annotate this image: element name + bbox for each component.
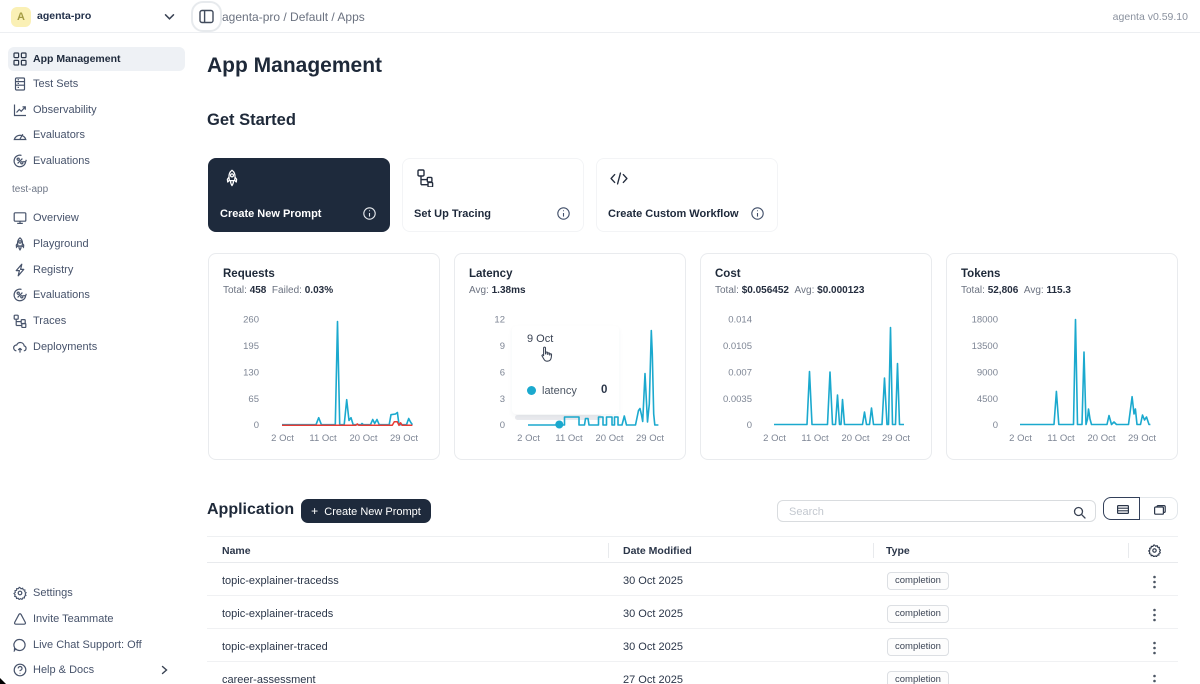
svg-text:29 Oct: 29 Oct (882, 433, 910, 444)
svg-text:0.007: 0.007 (728, 368, 752, 379)
svg-text:3: 3 (500, 394, 505, 405)
svg-text:0.014: 0.014 (728, 315, 752, 326)
svg-text:0.0035: 0.0035 (723, 394, 752, 405)
svg-text:29 Oct: 29 Oct (636, 433, 664, 444)
svg-text:29 Oct: 29 Oct (1128, 433, 1156, 444)
svg-text:20 Oct: 20 Oct (350, 433, 378, 444)
svg-text:130: 130 (243, 368, 259, 379)
svg-text:0: 0 (254, 420, 259, 431)
svg-text:11 Oct: 11 Oct (801, 433, 829, 444)
svg-text:2 Oct: 2 Oct (517, 433, 540, 444)
svg-text:65: 65 (248, 394, 259, 405)
svg-text:11 Oct: 11 Oct (555, 433, 583, 444)
svg-text:9000: 9000 (977, 368, 998, 379)
svg-text:20 Oct: 20 Oct (842, 433, 870, 444)
svg-text:4500: 4500 (977, 394, 998, 405)
svg-text:12: 12 (494, 315, 505, 326)
svg-text:29 Oct: 29 Oct (390, 433, 418, 444)
svg-text:11 Oct: 11 Oct (1047, 433, 1075, 444)
svg-text:2 Oct: 2 Oct (271, 433, 294, 444)
svg-text:13500: 13500 (972, 341, 998, 352)
svg-text:11 Oct: 11 Oct (309, 433, 337, 444)
svg-text:0: 0 (993, 420, 998, 431)
svg-text:2 Oct: 2 Oct (763, 433, 786, 444)
svg-text:0: 0 (747, 420, 752, 431)
svg-text:20 Oct: 20 Oct (1088, 433, 1116, 444)
svg-text:2 Oct: 2 Oct (1009, 433, 1032, 444)
svg-text:0.0105: 0.0105 (723, 341, 752, 352)
svg-text:6: 6 (500, 368, 505, 379)
svg-text:18000: 18000 (972, 315, 998, 326)
svg-text:0: 0 (500, 420, 505, 431)
svg-text:9: 9 (500, 341, 505, 352)
svg-text:260: 260 (243, 315, 259, 326)
svg-text:195: 195 (243, 341, 259, 352)
svg-text:20 Oct: 20 Oct (596, 433, 624, 444)
